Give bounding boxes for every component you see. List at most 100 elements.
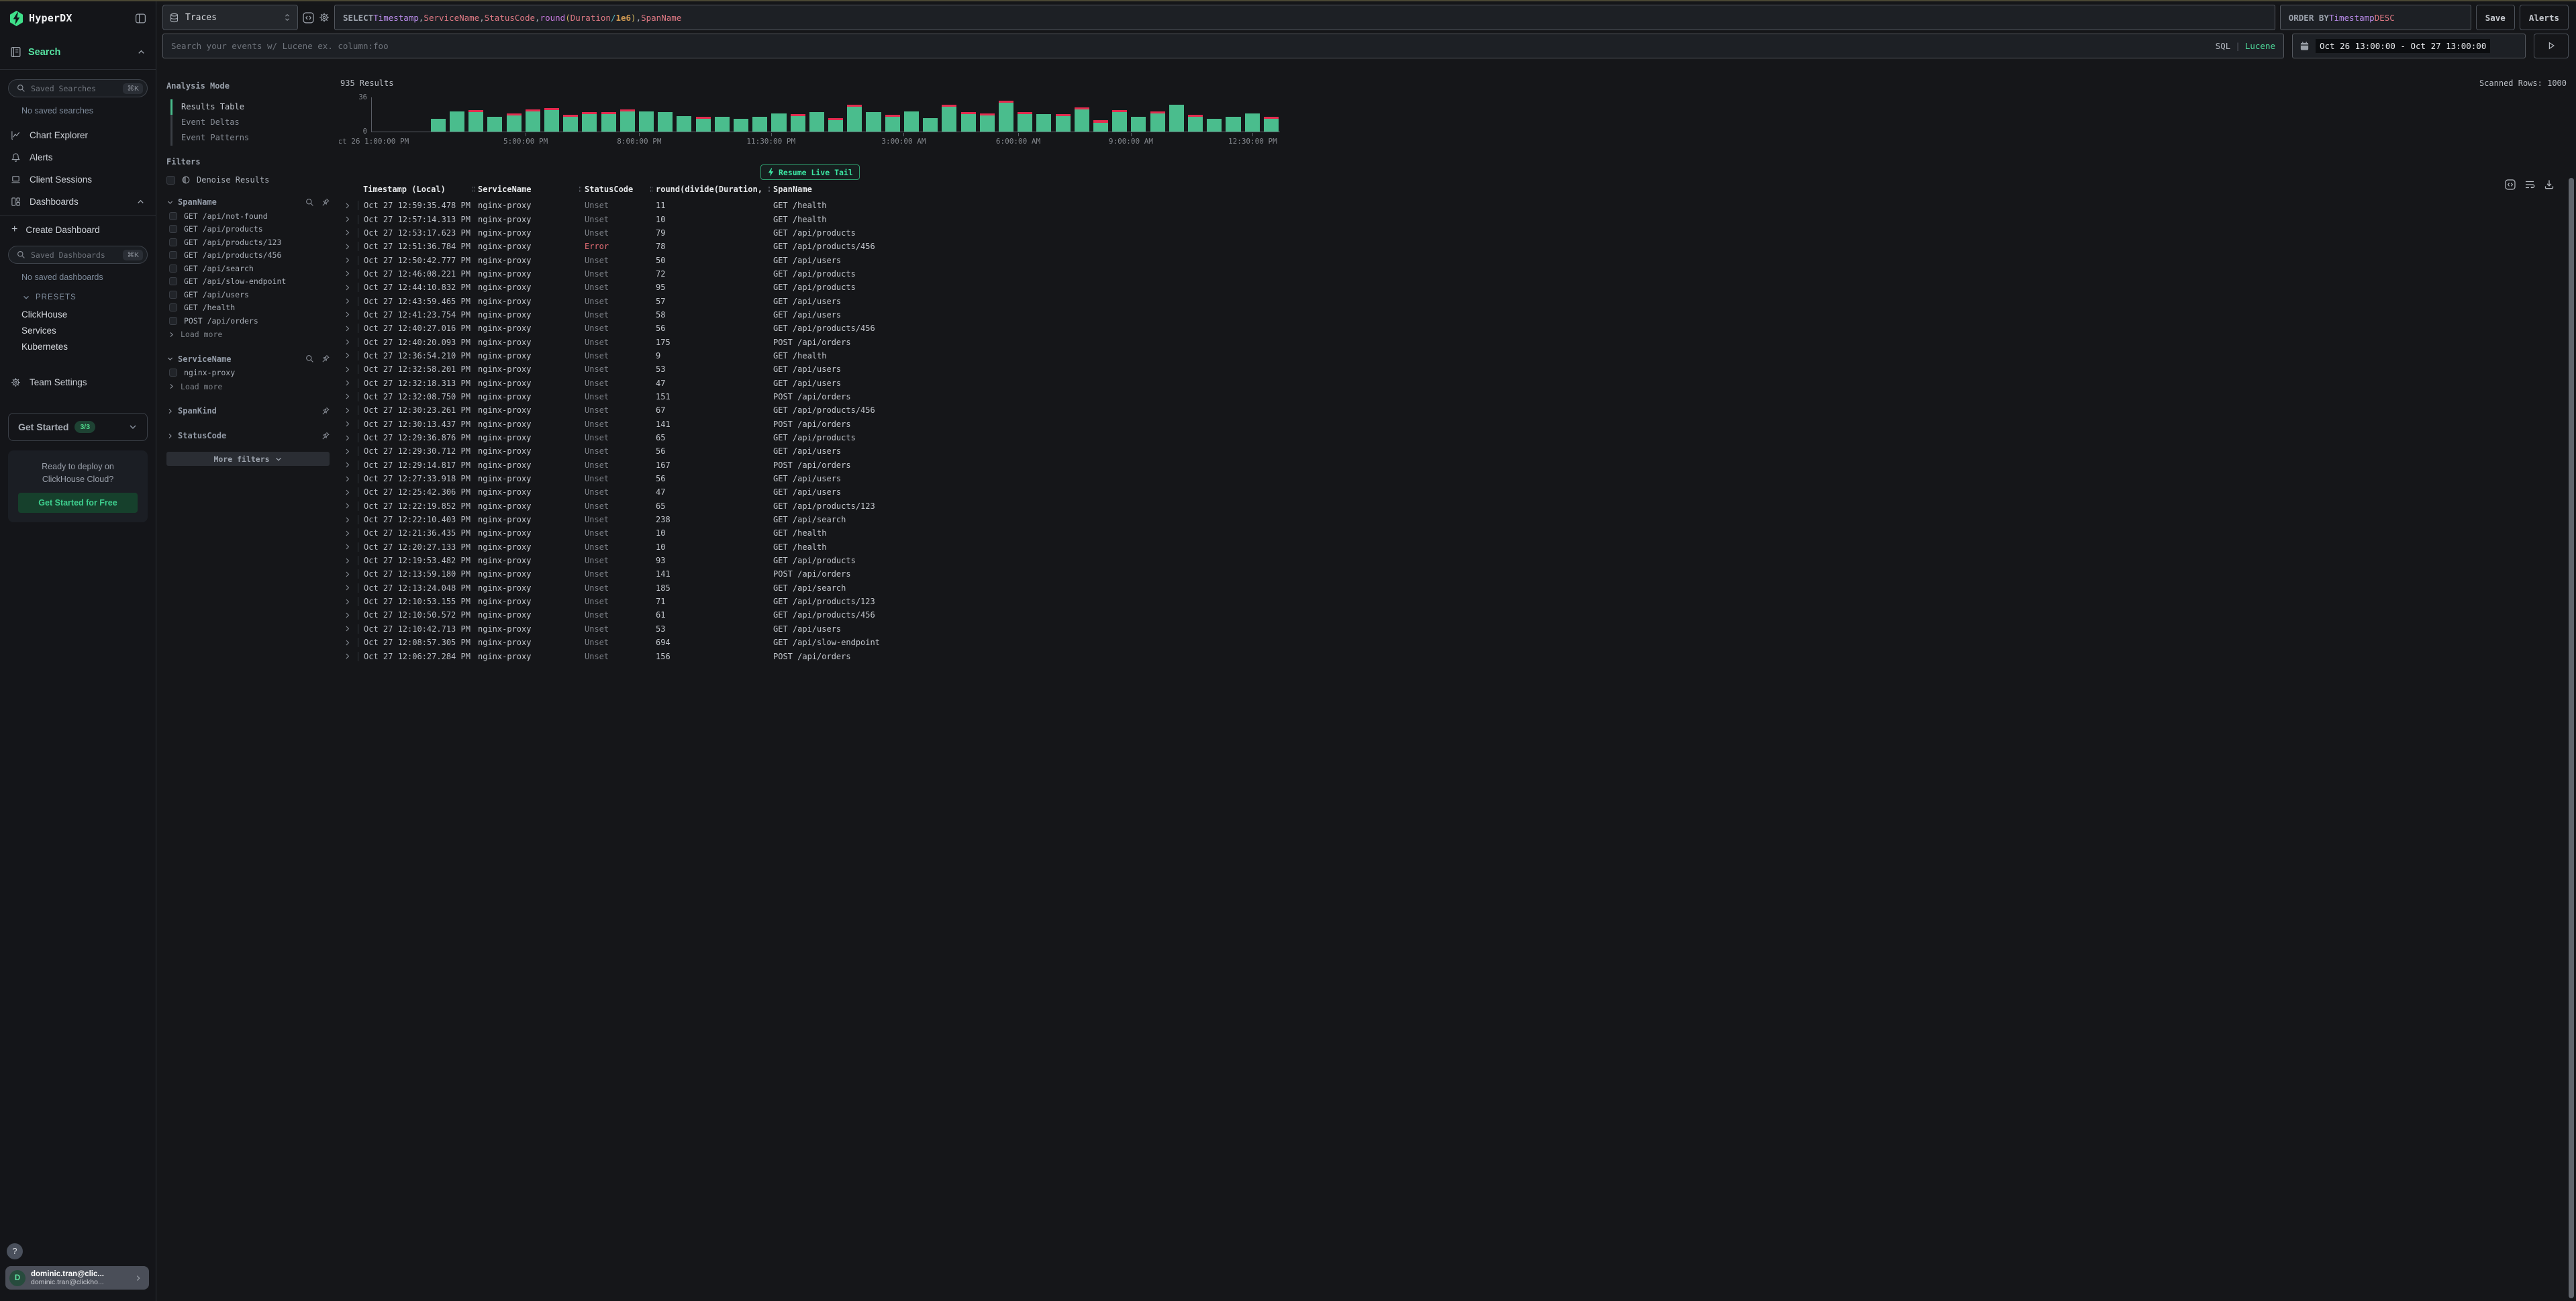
histogram-bar[interactable] xyxy=(828,118,843,132)
load-more[interactable]: Load more xyxy=(166,379,330,393)
table-row[interactable]: Oct 27 12:50:42.777 PMnginx-proxyUnset50… xyxy=(340,253,2576,267)
checkbox[interactable] xyxy=(169,212,177,220)
histogram-bar[interactable] xyxy=(885,115,900,132)
filter-section-servicename[interactable]: ServiceName xyxy=(166,352,330,367)
expand-row-icon[interactable] xyxy=(340,543,358,550)
table-row[interactable]: Oct 27 12:25:42.306 PMnginx-proxyUnset47… xyxy=(340,485,2576,499)
sidebar-item-services[interactable]: Services xyxy=(0,322,156,338)
histogram-bar[interactable] xyxy=(582,112,597,132)
table-row[interactable]: Oct 27 12:13:59.180 PMnginx-proxyUnset14… xyxy=(340,567,2576,581)
more-filters-button[interactable]: More filters xyxy=(166,452,330,466)
expand-row-icon[interactable] xyxy=(340,366,358,373)
analysis-mode-event-patterns[interactable]: Event Patterns xyxy=(170,130,330,146)
table-row[interactable]: Oct 27 12:10:50.572 PMnginx-proxyUnset61… xyxy=(340,608,2576,622)
expand-row-icon[interactable] xyxy=(340,557,358,565)
table-row[interactable]: Oct 27 12:51:36.784 PMnginx-proxyError78… xyxy=(340,240,2576,253)
expand-row-icon[interactable] xyxy=(340,202,358,209)
gear-icon[interactable] xyxy=(319,12,330,23)
table-row[interactable]: Oct 27 12:29:14.817 PMnginx-proxyUnset16… xyxy=(340,459,2576,472)
column-header-timestamp[interactable]: Timestamp (Local) xyxy=(358,185,473,194)
saved-dashboards-input[interactable]: Saved Dashboards ⌘K xyxy=(8,246,148,264)
expand-row-icon[interactable] xyxy=(340,530,358,537)
histogram-bar[interactable] xyxy=(866,112,881,132)
select-query-editor[interactable]: SELECT Timestamp,ServiceName,StatusCode,… xyxy=(334,5,2275,30)
expand-row-icon[interactable] xyxy=(340,598,358,606)
histogram-bar[interactable] xyxy=(999,101,1013,132)
histogram-bar[interactable] xyxy=(696,117,711,132)
table-row[interactable]: Oct 27 12:41:23.754 PMnginx-proxyUnset58… xyxy=(340,308,2576,322)
table-row[interactable]: Oct 27 12:40:27.016 PMnginx-proxyUnset56… xyxy=(340,322,2576,335)
expand-row-icon[interactable] xyxy=(340,270,358,277)
histogram-bar[interactable] xyxy=(923,118,938,132)
checkbox[interactable] xyxy=(169,251,177,259)
column-header-duration[interactable]: round(divide(Duration, xyxy=(650,185,768,194)
expand-row-icon[interactable] xyxy=(340,639,358,646)
expand-row-icon[interactable] xyxy=(340,407,358,414)
table-row[interactable]: Oct 27 12:22:10.403 PMnginx-proxyUnset23… xyxy=(340,513,2576,526)
histogram-bar[interactable] xyxy=(1131,117,1146,132)
filter-option[interactable]: GET /api/not-found xyxy=(166,209,330,223)
column-resize-handle[interactable] xyxy=(473,187,475,192)
checkbox[interactable] xyxy=(169,238,177,246)
histogram-bar[interactable] xyxy=(942,105,956,132)
sidebar-item-clickhouse[interactable]: ClickHouse xyxy=(0,306,156,322)
load-more[interactable]: Load more xyxy=(166,328,330,342)
filter-option[interactable]: GET /api/products/456 xyxy=(166,249,330,262)
vertical-scrollbar[interactable] xyxy=(2569,178,2574,1298)
histogram-bar[interactable] xyxy=(1169,105,1184,132)
histogram-bar[interactable] xyxy=(658,112,673,132)
histogram-bar[interactable] xyxy=(809,112,824,132)
search-input[interactable]: Search your events w/ Lucene ex. column:… xyxy=(162,34,2284,58)
histogram-bar[interactable] xyxy=(1150,111,1165,132)
expand-row-icon[interactable] xyxy=(340,434,358,442)
sidebar-item-chart-explorer[interactable]: Chart Explorer xyxy=(0,124,156,146)
table-row[interactable]: Oct 27 12:21:36.435 PMnginx-proxyUnset10… xyxy=(340,526,2576,540)
source-select[interactable]: Traces xyxy=(162,5,298,30)
table-row[interactable]: Oct 27 12:10:42.713 PMnginx-proxyUnset53… xyxy=(340,622,2576,636)
get-started-dropdown[interactable]: Get Started 3/3 xyxy=(8,413,148,441)
chevron-up-icon[interactable] xyxy=(137,48,146,56)
table-row[interactable]: Oct 27 12:44:10.832 PMnginx-proxyUnset95… xyxy=(340,281,2576,294)
histogram-bar[interactable] xyxy=(734,119,748,132)
histogram-bar[interactable] xyxy=(1018,112,1032,132)
expand-row-icon[interactable] xyxy=(340,297,358,305)
checkbox[interactable] xyxy=(169,291,177,299)
create-dashboard-button[interactable]: + Create Dashboard xyxy=(0,216,156,243)
chevron-up-icon[interactable] xyxy=(136,197,145,206)
expand-row-icon[interactable] xyxy=(340,256,358,264)
filter-option[interactable]: nginx-proxy xyxy=(166,367,330,380)
histogram-bar[interactable] xyxy=(1056,114,1071,132)
column-resize-handle[interactable] xyxy=(650,187,652,192)
filter-option[interactable]: GET /api/products/123 xyxy=(166,236,330,249)
histogram-bar[interactable] xyxy=(620,109,635,132)
help-button[interactable]: ? xyxy=(7,1243,23,1259)
expand-row-icon[interactable] xyxy=(340,338,358,346)
histogram-bar[interactable] xyxy=(847,105,862,132)
saved-searches-input[interactable]: Saved Searches ⌘K xyxy=(8,79,148,97)
histogram-bar[interactable] xyxy=(1036,114,1051,132)
expand-row-icon[interactable] xyxy=(340,571,358,578)
code-icon[interactable] xyxy=(303,12,314,23)
histogram-bar[interactable] xyxy=(563,115,578,132)
pin-icon[interactable] xyxy=(321,432,330,440)
histogram-bar[interactable] xyxy=(1245,113,1260,132)
sql-toggle[interactable]: SQL xyxy=(2216,41,2231,51)
histogram-bar[interactable] xyxy=(431,119,446,132)
checkbox[interactable] xyxy=(169,264,177,273)
filter-section-spanname[interactable]: SpanName xyxy=(166,195,330,209)
histogram-bar[interactable] xyxy=(961,112,976,132)
expand-row-icon[interactable] xyxy=(340,489,358,496)
expand-row-icon[interactable] xyxy=(340,325,358,332)
table-row[interactable]: Oct 27 12:27:33.918 PMnginx-proxyUnset56… xyxy=(340,472,2576,485)
checkbox[interactable] xyxy=(169,303,177,311)
pin-icon[interactable] xyxy=(321,198,330,207)
expand-row-icon[interactable] xyxy=(340,448,358,455)
table-row[interactable]: Oct 27 12:32:18.313 PMnginx-proxyUnset47… xyxy=(340,376,2576,389)
save-button[interactable]: Save xyxy=(2476,5,2515,30)
denoise-results-toggle[interactable]: Denoise Results xyxy=(166,175,330,185)
histogram-bar[interactable] xyxy=(791,114,805,132)
expand-row-icon[interactable] xyxy=(340,311,358,318)
histogram-bar[interactable] xyxy=(544,108,559,132)
analysis-mode-results-table[interactable]: Results Table xyxy=(170,99,330,115)
table-row[interactable]: Oct 27 12:32:58.201 PMnginx-proxyUnset53… xyxy=(340,363,2576,376)
